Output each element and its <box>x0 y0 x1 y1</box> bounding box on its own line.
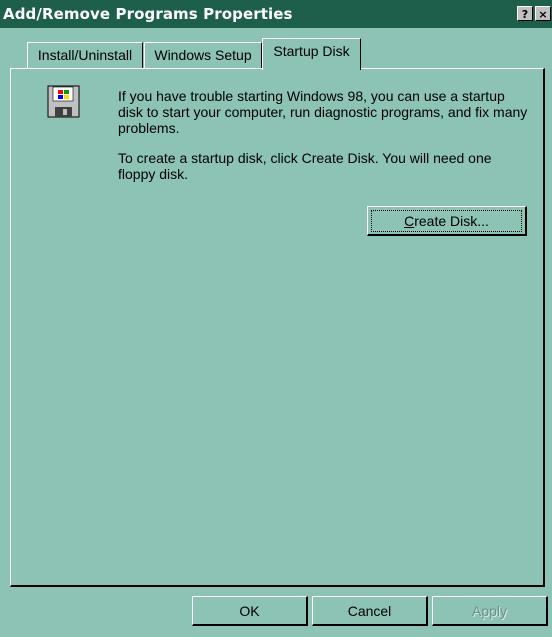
cancel-button[interactable]: Cancel <box>312 596 428 626</box>
close-button[interactable]: × <box>535 6 551 21</box>
create-disk-button[interactable]: Create Disk... <box>367 206 527 236</box>
tab-panel <box>10 68 545 587</box>
apply-button[interactable]: Apply <box>432 596 548 626</box>
create-disk-label: reate Disk... <box>414 213 489 229</box>
tab-install-uninstall[interactable]: Install/Uninstall <box>27 42 143 68</box>
startup-disk-icon <box>47 85 80 118</box>
help-button[interactable]: ? <box>517 6 533 21</box>
window-title: Add/Remove Programs Properties <box>3 5 293 23</box>
title-bar: Add/Remove Programs Properties ? × <box>0 0 552 28</box>
tab-windows-setup[interactable]: Windows Setup <box>144 42 262 68</box>
create-disk-instructions: To create a startup disk, click Create D… <box>118 150 492 182</box>
create-disk-accel: C <box>404 213 415 229</box>
tab-startup-disk[interactable]: Startup Disk <box>262 38 361 70</box>
ok-button[interactable]: OK <box>192 596 308 626</box>
startup-disk-description: If you have trouble starting Windows 98,… <box>118 88 528 136</box>
